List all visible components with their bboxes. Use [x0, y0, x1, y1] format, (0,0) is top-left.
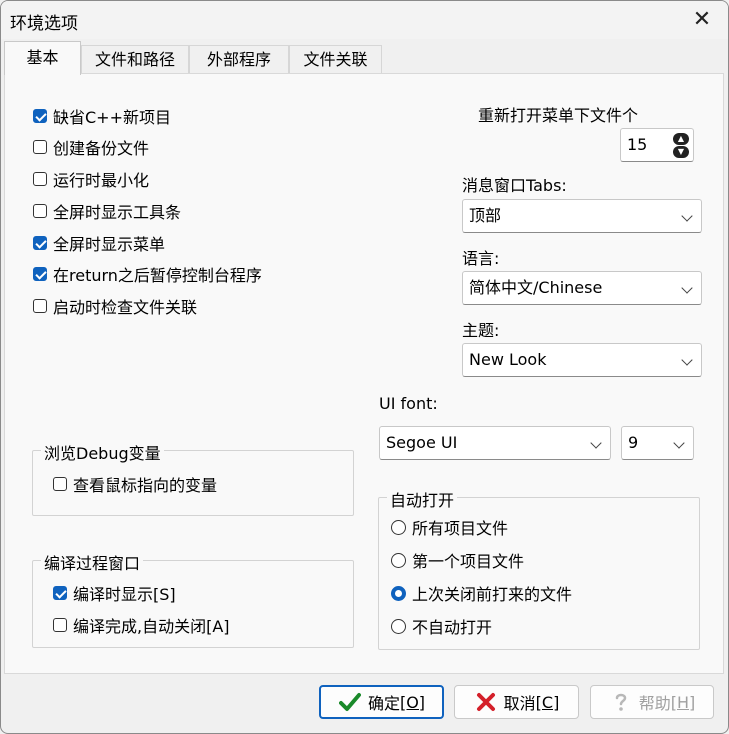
checkbox-label: 编译时显示[S]	[73, 585, 176, 604]
checkbox-label: 查看鼠标指向的变量	[73, 476, 218, 495]
radio-label: 上次关闭前打来的文件	[412, 585, 573, 604]
radio-label: 所有项目文件	[412, 519, 509, 538]
checkbox-pause-console[interactable]: 在return之后暂停控制台程序	[33, 261, 262, 287]
checkbox-label: 启动时检查文件关联	[53, 298, 198, 317]
checkbox-show-on-compile-box[interactable]	[53, 586, 67, 600]
chevron-down-icon	[673, 437, 685, 449]
spin-down-icon[interactable]: ▼	[673, 146, 689, 158]
cancel-button[interactable]: 取消 [C]	[454, 685, 579, 719]
title-bar: 环境选项 ✕	[1, 1, 728, 39]
radio-no-auto-open-dot[interactable]	[391, 618, 406, 634]
help-button-label: 帮助	[638, 694, 671, 713]
radio-first-project-file-dot[interactable]	[391, 552, 406, 568]
language-select[interactable]: 简体中文/Chinese	[462, 271, 702, 305]
language-label: 语言:	[462, 249, 500, 268]
checkbox-watch-hover-variable-box[interactable]	[53, 477, 67, 491]
checkbox-show-on-compile[interactable]: 编译时显示[S]	[53, 580, 176, 606]
checkbox-minimize-on-run-box[interactable]	[33, 172, 47, 186]
checkbox-auto-close-box[interactable]	[53, 618, 67, 632]
checkbox-label: 全屏时显示工具条	[53, 203, 182, 222]
ok-button-hotkey: [O]	[399, 692, 426, 712]
question-icon	[609, 690, 633, 714]
theme-select[interactable]: New Look	[462, 343, 702, 377]
reopen-count-spinner[interactable]: 15 ▲ ▼	[620, 128, 694, 162]
checkbox-fullscreen-menu-box[interactable]	[33, 236, 47, 250]
environment-options-dialog: 环境选项 ✕ 基本 文件和路径 外部程序 文件关联 缺省C++新项目 创建备份文…	[0, 0, 729, 734]
ui-font-select[interactable]: Segoe UI	[379, 426, 611, 460]
checkbox-check-associations-box[interactable]	[33, 299, 47, 313]
ui-font-size-value: 9	[628, 433, 639, 452]
language-value: 简体中文/Chinese	[469, 278, 603, 297]
radio-label: 第一个项目文件	[412, 552, 525, 571]
ok-button-label: 确定	[367, 694, 400, 713]
close-button[interactable]: ✕	[682, 3, 722, 37]
radio-last-opened-files[interactable]: 上次关闭前打来的文件	[391, 580, 572, 606]
radio-last-opened-files-dot[interactable]	[391, 585, 406, 601]
radio-label: 不自动打开	[412, 618, 493, 637]
spin-up-icon[interactable]: ▲	[673, 133, 689, 145]
tab-basic[interactable]: 基本	[4, 41, 81, 75]
checkbox-label: 在return之后暂停控制台程序	[53, 266, 262, 285]
message-tabs-select[interactable]: 顶部	[462, 199, 702, 233]
debug-group-title: 浏览Debug变量	[41, 440, 164, 464]
close-icon: ✕	[692, 7, 712, 32]
help-button[interactable]: 帮助 [H]	[590, 685, 714, 719]
chevron-down-icon	[681, 282, 693, 294]
debug-variables-group: 浏览Debug变量 查看鼠标指向的变量	[32, 440, 354, 516]
checkbox-fullscreen-menu[interactable]: 全屏时显示菜单	[33, 230, 165, 256]
tab-files-paths[interactable]: 文件和路径	[81, 45, 189, 73]
tab-external-programs[interactable]: 外部程序	[189, 45, 289, 73]
checkbox-label: 全屏时显示菜单	[53, 235, 166, 254]
message-tabs-label: 消息窗口Tabs:	[462, 176, 567, 195]
auto-open-group: 自动打开 所有项目文件 第一个项目文件 上次关闭前打来的文件 不自动打开	[378, 487, 700, 650]
ui-font-value: Segoe UI	[386, 433, 458, 452]
reopen-count-label: 重新打开菜单下文件个	[478, 106, 639, 125]
tab-file-associations[interactable]: 文件关联	[289, 45, 382, 73]
chevron-down-icon	[590, 437, 602, 449]
checkbox-create-backup-box[interactable]	[33, 140, 47, 154]
radio-first-project-file[interactable]: 第一个项目文件	[391, 547, 524, 573]
chevron-down-icon	[681, 354, 693, 366]
checkbox-create-backup[interactable]: 创建备份文件	[33, 134, 149, 160]
checkbox-label: 编译完成,自动关闭[A]	[73, 617, 230, 636]
checkbox-auto-close[interactable]: 编译完成,自动关闭[A]	[53, 612, 230, 638]
radio-all-project-files[interactable]: 所有项目文件	[391, 514, 508, 540]
red-x-icon	[474, 690, 498, 714]
checkbox-check-associations[interactable]: 启动时检查文件关联	[33, 293, 197, 319]
checkbox-default-cpp-project-box[interactable]	[33, 109, 47, 123]
tab-panel-basic: 缺省C++新项目 创建备份文件 运行时最小化 全屏时显示工具条 全屏时显示菜单 …	[4, 73, 724, 674]
checkbox-fullscreen-toolbar[interactable]: 全屏时显示工具条	[33, 198, 181, 224]
checkbox-fullscreen-toolbar-box[interactable]	[33, 204, 47, 218]
cancel-button-label: 取消	[503, 694, 536, 713]
checkbox-label: 创建备份文件	[53, 139, 150, 158]
window-title: 环境选项	[10, 14, 78, 34]
radio-all-project-files-dot[interactable]	[391, 519, 406, 535]
message-tabs-value: 顶部	[469, 206, 502, 225]
theme-label: 主题:	[462, 321, 500, 340]
ok-button[interactable]: 确定 [O]	[319, 685, 444, 719]
cancel-button-hotkey: [C]	[535, 692, 560, 712]
checkbox-default-cpp-project[interactable]: 缺省C++新项目	[33, 103, 171, 129]
checkbox-pause-console-box[interactable]	[33, 267, 47, 281]
help-button-hotkey: [H]	[670, 692, 696, 712]
tab-bar: 基本 文件和路径 外部程序 文件关联	[4, 41, 724, 75]
checkmark-icon	[338, 690, 362, 714]
radio-no-auto-open[interactable]: 不自动打开	[391, 613, 492, 639]
chevron-down-icon	[681, 210, 693, 222]
ui-font-size-select[interactable]: 9	[621, 426, 694, 460]
checkbox-label: 缺省C++新项目	[53, 108, 171, 127]
ui-font-label: UI font:	[379, 394, 438, 413]
checkbox-minimize-on-run[interactable]: 运行时最小化	[33, 166, 149, 192]
compile-window-group: 编译过程窗口 编译时显示[S] 编译完成,自动关闭[A]	[32, 550, 354, 648]
checkbox-label: 运行时最小化	[53, 171, 150, 190]
compile-group-title: 编译过程窗口	[41, 550, 144, 574]
theme-value: New Look	[469, 350, 547, 369]
reopen-count-value: 15	[627, 135, 648, 154]
checkbox-watch-hover-variable[interactable]: 查看鼠标指向的变量	[53, 471, 217, 497]
auto-open-group-title: 自动打开	[387, 487, 458, 511]
